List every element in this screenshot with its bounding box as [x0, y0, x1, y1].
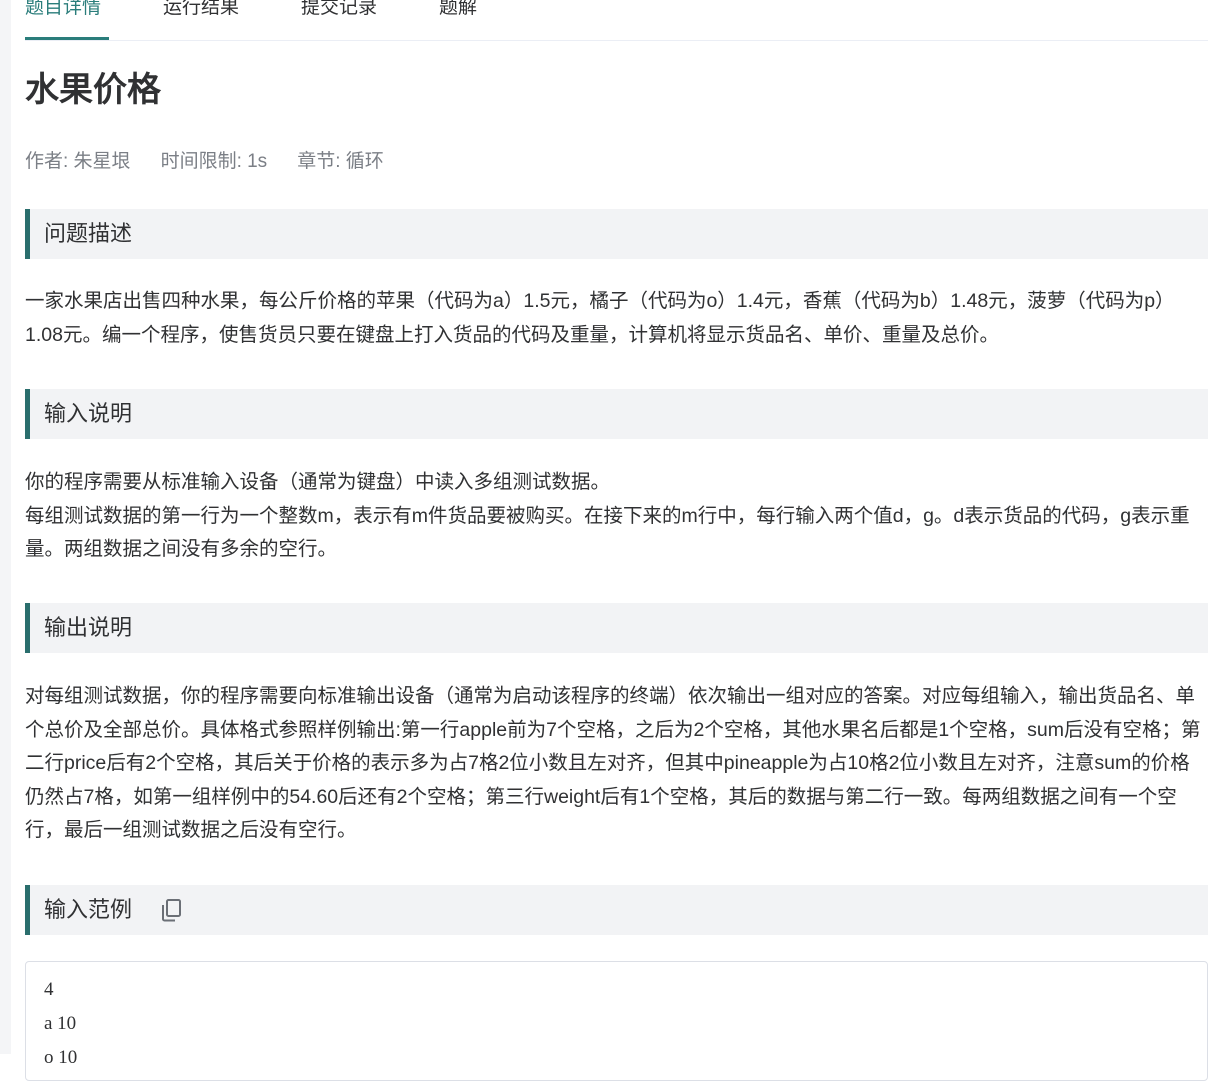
description-text: 一家水果店出售四种水果，每公斤价格的苹果（代码为a）1.5元，橘子（代码为o）1… — [25, 290, 1175, 346]
sample-input-box: 4 a 10 o 10 — [25, 961, 1208, 1081]
active-tab-indicator — [25, 37, 109, 40]
output-header: 输出说明 — [25, 603, 1208, 653]
sample-input-header: 输入范例 — [25, 885, 1208, 935]
input-text-line2: 每组测试数据的第一行为一个整数m，表示有m件货品要被购买。在接下来的m行中，每行… — [25, 504, 1190, 561]
left-gutter — [0, 0, 11, 1054]
output-text: 对每组测试数据，你的程序需要向标准输出设备（通常为启动该程序的终端）依次输出一组… — [25, 685, 1201, 841]
output-heading: 输出说明 — [44, 615, 133, 640]
tab-submission-history[interactable]: 提交记录 — [301, 0, 377, 26]
problem-page: 题目详情 运行结果 提交记录 题解 水果价格 作者: 朱星垠 时间限制: 1s 章节… — [25, 0, 1208, 1081]
input-body: 你的程序需要从标准输入设备（通常为键盘）中读入多组测试数据。 每组测试数据的第一… — [25, 466, 1208, 567]
author-label: 作者: 朱星垠 — [25, 151, 131, 172]
copy-icon[interactable] — [160, 898, 182, 922]
tab-run-results[interactable]: 运行结果 — [163, 0, 239, 26]
time-limit-label: 时间限制: 1s — [160, 151, 268, 172]
sample-input-line: 4 — [44, 979, 54, 1000]
input-heading: 输入说明 — [44, 401, 133, 426]
tab-problem-details[interactable]: 题目详情 — [25, 0, 101, 26]
page-title: 水果价格 — [25, 71, 161, 109]
description-body: 一家水果店出售四种水果，每公斤价格的苹果（代码为a）1.5元，橘子（代码为o）1… — [25, 285, 1208, 352]
description-heading: 问题描述 — [44, 221, 133, 246]
problem-meta: 作者: 朱星垠 时间限制: 1s 章节: 循环 — [25, 148, 414, 176]
input-text-line1: 你的程序需要从标准输入设备（通常为键盘）中读入多组测试数据。 — [25, 471, 611, 493]
output-body: 对每组测试数据，你的程序需要向标准输出设备（通常为启动该程序的终端）依次输出一组… — [25, 680, 1208, 848]
sample-input-line: o 10 — [44, 1047, 78, 1068]
sample-input-line: a 10 — [44, 1013, 77, 1034]
sample-input-heading: 输入范例 — [44, 897, 133, 922]
chapter-label: 章节: 循环 — [297, 151, 384, 172]
tab-solutions[interactable]: 题解 — [439, 0, 477, 26]
tab-bar: 题目详情 运行结果 提交记录 题解 — [25, 0, 1208, 41]
description-header: 问题描述 — [25, 209, 1208, 259]
input-header: 输入说明 — [25, 389, 1208, 439]
